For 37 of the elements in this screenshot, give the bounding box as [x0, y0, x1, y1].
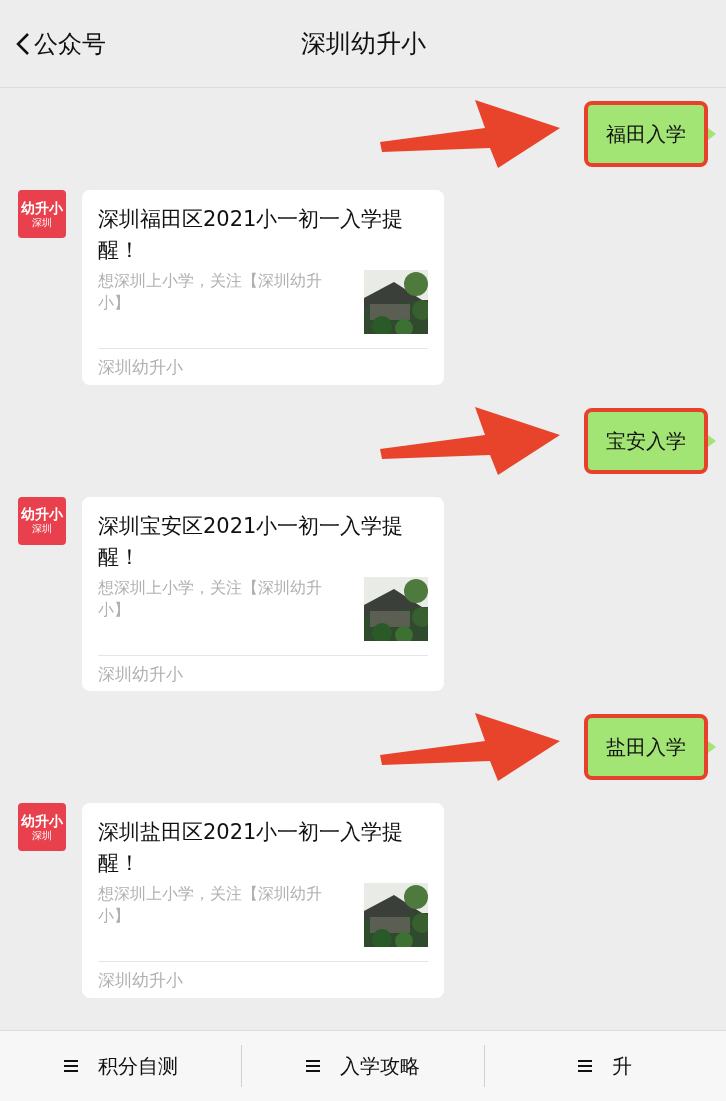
back-button[interactable]: 公众号 — [0, 25, 106, 62]
source-name: 深圳幼升小 — [98, 357, 183, 377]
bubble-tail-icon — [708, 128, 716, 140]
article-card[interactable]: 深圳福田区2021小一初一入学提醒！ 想深圳上小学，关注【深圳幼升小】 深圳幼升小 — [82, 190, 444, 385]
back-icon — [16, 31, 30, 56]
logo-subtext: 深圳 — [32, 217, 52, 228]
logo-subtext: 深圳 — [32, 524, 52, 534]
menu-button[interactable]: 积分自测 — [63, 1051, 178, 1081]
message-bubble: 福田入学 — [584, 101, 708, 167]
logo-text: 幼升小 — [21, 200, 63, 215]
article-card[interactable]: 深圳盐田区2021小一初一入学提醒！ 想深圳上小学，关注【深圳幼升小】 深圳幼升小 — [82, 803, 444, 998]
article-title: 深圳宝安区2021小一初一入学提醒！ — [98, 512, 405, 571]
menu-button[interactable]: 入学攻略 — [306, 1051, 420, 1081]
menu-icon — [306, 1060, 320, 1072]
message-bubble: 宝安入学 — [584, 407, 708, 474]
bubble-tail-icon — [708, 741, 716, 753]
menu-icon — [578, 1060, 593, 1072]
avatar-logo[interactable]: 幼升小 深圳 — [18, 803, 66, 851]
article-card[interactable]: 深圳宝安区2021小一初一入学提醒！ 想深圳上小学，关注【深圳幼升小】 深圳幼升小 — [82, 496, 444, 691]
back-label: 公众号 — [34, 28, 106, 60]
source-name: 深圳幼升小 — [98, 970, 183, 990]
article-summary: 想深圳上小学，关注【深圳幼升小】 — [98, 270, 323, 314]
article-summary: 想深圳上小学，关注【深圳幼升小】 — [98, 576, 323, 621]
menu-button[interactable]: 升 — [578, 1051, 633, 1081]
article-title: 深圳福田区2021小一初一入学提醒！ — [98, 206, 405, 264]
logo-text: 幼升小 — [21, 813, 63, 828]
logo-subtext: 深圳 — [32, 830, 52, 841]
avatar-logo[interactable]: 幼升小 深圳 — [18, 190, 66, 238]
bubble-tail-icon — [708, 434, 716, 447]
article-title: 深圳盐田区2021小一初一入学提醒！ — [98, 819, 405, 877]
logo-text: 幼升小 — [21, 507, 63, 521]
avatar-logo[interactable]: 幼升小 深圳 — [18, 496, 66, 545]
menu-icon — [63, 1060, 78, 1072]
message-bubble: 盐田入学 — [584, 714, 708, 780]
article-summary: 想深圳上小学，关注【深圳幼升小】 — [98, 883, 323, 927]
source-name: 深圳幼升小 — [98, 663, 183, 684]
window-title: 深圳幼升小 — [300, 27, 426, 60]
